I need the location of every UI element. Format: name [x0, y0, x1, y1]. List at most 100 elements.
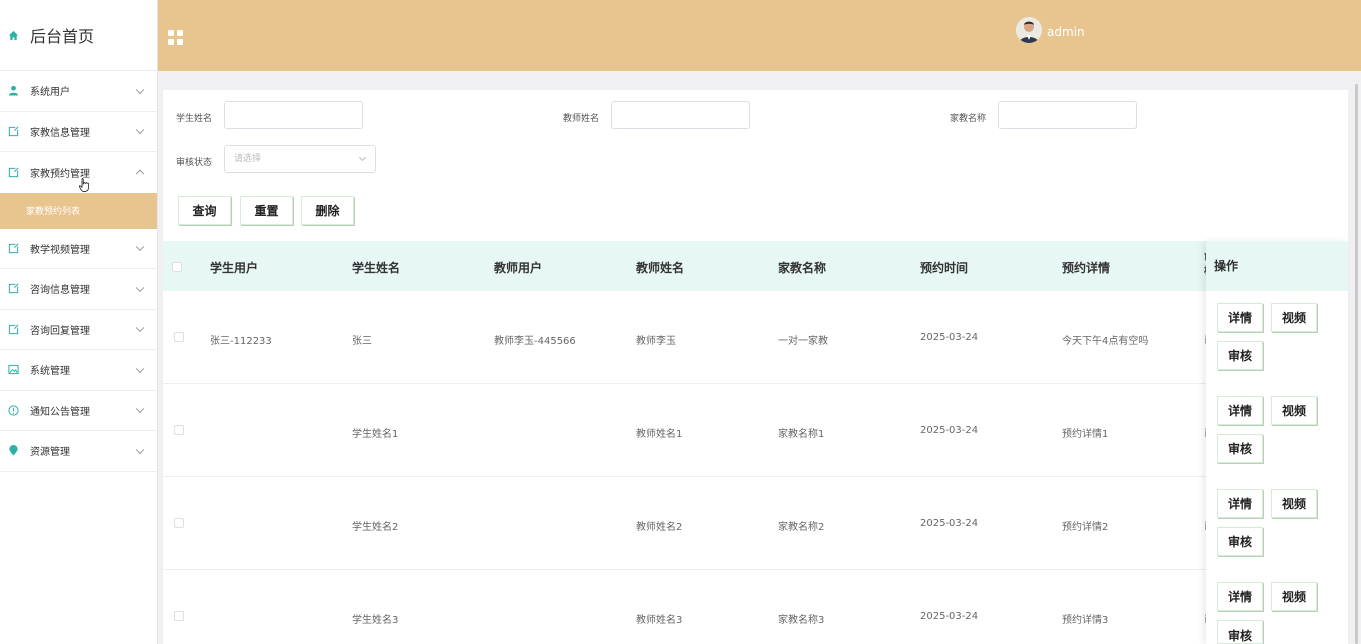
student-name-input[interactable]	[224, 101, 363, 129]
chevron-down-icon	[135, 404, 145, 414]
sidebar-item-label: 咨询信息管理	[30, 285, 90, 297]
chevron-down-icon	[358, 153, 367, 162]
detail-button[interactable]: 详情	[1217, 489, 1263, 518]
cell-teacher-name: 教师姓名3	[636, 615, 683, 626]
cell-tutor-name: 家教名称2	[778, 522, 825, 533]
sidebar-item-tutor-info[interactable]: 家教信息管理	[0, 112, 157, 152]
edit-doc-icon	[7, 283, 19, 295]
cell-time: 2025-03-24	[920, 518, 979, 529]
sidebar-item-system-users[interactable]: 系统用户	[0, 71, 157, 112]
review-button[interactable]: 审核	[1217, 434, 1263, 463]
column-header[interactable]: 教师用户	[494, 259, 542, 276]
location-icon	[7, 445, 19, 457]
review-button[interactable]: 审核	[1217, 620, 1263, 644]
ops-header: 操作	[1206, 241, 1348, 291]
cell-time: 2025-03-24	[920, 611, 979, 622]
video-button[interactable]: 视频	[1271, 396, 1317, 425]
cell-detail: 今天下午4点有空吗	[1062, 336, 1149, 347]
row-checkbox[interactable]	[174, 518, 184, 528]
video-button[interactable]: 视频	[1271, 489, 1317, 518]
video-button[interactable]: 视频	[1271, 303, 1317, 332]
edit-doc-icon	[7, 166, 19, 178]
row-checkbox[interactable]	[174, 332, 184, 342]
teacher-name-label: 教师姓名	[563, 114, 600, 124]
chevron-up-icon	[135, 169, 145, 179]
column-header[interactable]: 教师姓名	[636, 259, 684, 276]
status-select[interactable]: 请选择	[224, 145, 376, 173]
status-label: 审核状态	[176, 158, 213, 168]
cell-detail: 预约详情2	[1062, 522, 1109, 533]
delete-button[interactable]: 删除	[301, 196, 354, 225]
edit-doc-icon	[7, 323, 19, 335]
cell-teacher-user: 教师李玉-445566	[494, 336, 576, 347]
select-all-checkbox[interactable]	[172, 262, 182, 272]
query-button[interactable]: 查询	[178, 196, 231, 225]
chevron-down-icon	[135, 242, 145, 252]
table-row[interactable]: 学生姓名2 教师姓名2 家教名称2 2025-03-24 预约详情2 已	[163, 477, 1214, 570]
cell-tutor-name: 家教名称1	[778, 429, 825, 440]
home-icon	[7, 29, 19, 41]
avatar[interactable]	[1016, 17, 1042, 43]
sidebar-item-consult-reply[interactable]: 咨询回复管理	[0, 310, 157, 350]
table-row[interactable]: 学生姓名3 教师姓名3 家教名称3 2025-03-24 预约详情3 已	[163, 570, 1214, 644]
cell-student-name: 学生姓名3	[352, 615, 399, 626]
vertical-scrollbar[interactable]	[1355, 84, 1358, 644]
top-header: admin	[158, 0, 1361, 71]
username[interactable]: admin	[1047, 25, 1085, 39]
main-panel: 学生姓名 教师姓名 家教名称 审核状态 请选择 查询 重置 删除 学生用户 学生…	[163, 90, 1348, 644]
chevron-down-icon	[135, 125, 145, 135]
teacher-name-input[interactable]	[611, 101, 750, 129]
chevron-down-icon	[135, 85, 145, 94]
reset-button[interactable]: 重置	[240, 196, 293, 225]
table-header: 学生用户 学生姓名 教师用户 教师姓名 家教名称 预约时间 预约详情 审 核	[163, 241, 1348, 291]
edit-doc-icon	[7, 242, 19, 254]
row-checkbox[interactable]	[174, 425, 184, 435]
sidebar-item-videos[interactable]: 教学视频管理	[0, 229, 157, 269]
detail-button[interactable]: 详情	[1217, 396, 1263, 425]
sidebar-item-notices[interactable]: 通知公告管理	[0, 391, 157, 431]
info-icon	[7, 404, 19, 416]
sidebar-item-label: 资源管理	[30, 447, 70, 459]
chevron-down-icon	[135, 323, 145, 333]
tutor-name-label: 家教名称	[950, 114, 987, 124]
sidebar-item-system[interactable]: 系统管理	[0, 350, 157, 391]
cell-student-name: 学生姓名2	[352, 522, 399, 533]
cell-detail: 预约详情1	[1062, 429, 1109, 440]
column-header[interactable]: 家教名称	[778, 259, 826, 276]
tutor-name-input[interactable]	[998, 101, 1137, 129]
sidebar-item-consult-info[interactable]: 咨询信息管理	[0, 269, 157, 310]
sidebar-subitem-booking-list[interactable]: 家教预约列表	[0, 192, 157, 229]
sidebar-item-label: 系统管理	[30, 366, 70, 378]
edit-doc-icon	[7, 125, 19, 137]
table-row[interactable]: 张三-112233 张三 教师李玉-445566 教师李玉 一对一家教 2025…	[163, 291, 1214, 384]
cell-time: 2025-03-24	[920, 425, 979, 436]
brand[interactable]: 后台首页	[0, 0, 157, 71]
detail-button[interactable]: 详情	[1217, 582, 1263, 611]
cell-student-name: 学生姓名1	[352, 429, 399, 440]
column-header[interactable]: 预约详情	[1062, 259, 1110, 276]
chevron-down-icon	[135, 364, 145, 373]
sidebar-item-resources[interactable]: 资源管理	[0, 431, 157, 472]
cell-tutor-name: 家教名称3	[778, 615, 825, 626]
cell-detail: 预约详情3	[1062, 615, 1109, 626]
column-header[interactable]: 学生姓名	[352, 259, 400, 276]
grid-menu-icon[interactable]	[168, 30, 183, 45]
sidebar-item-label: 教学视频管理	[30, 244, 90, 256]
sidebar-item-label: 通知公告管理	[30, 406, 90, 418]
cell-tutor-name: 一对一家教	[778, 336, 828, 347]
video-button[interactable]: 视频	[1271, 582, 1317, 611]
cell-time: 2025-03-24	[920, 332, 979, 343]
column-header[interactable]: 预约时间	[920, 259, 968, 276]
table-row[interactable]: 学生姓名1 教师姓名1 家教名称1 2025-03-24 预约详情1 已	[163, 384, 1214, 477]
app-title: 后台首页	[30, 27, 95, 46]
student-name-label: 学生姓名	[176, 114, 213, 124]
chevron-down-icon	[135, 445, 145, 454]
detail-button[interactable]: 详情	[1217, 303, 1263, 332]
review-button[interactable]: 审核	[1217, 527, 1263, 556]
column-header[interactable]: 学生用户	[210, 259, 258, 276]
hand-cursor-icon	[78, 178, 89, 192]
review-button[interactable]: 审核	[1217, 341, 1263, 370]
picture-icon	[7, 364, 19, 376]
row-checkbox[interactable]	[174, 611, 184, 621]
chevron-down-icon	[135, 283, 145, 292]
